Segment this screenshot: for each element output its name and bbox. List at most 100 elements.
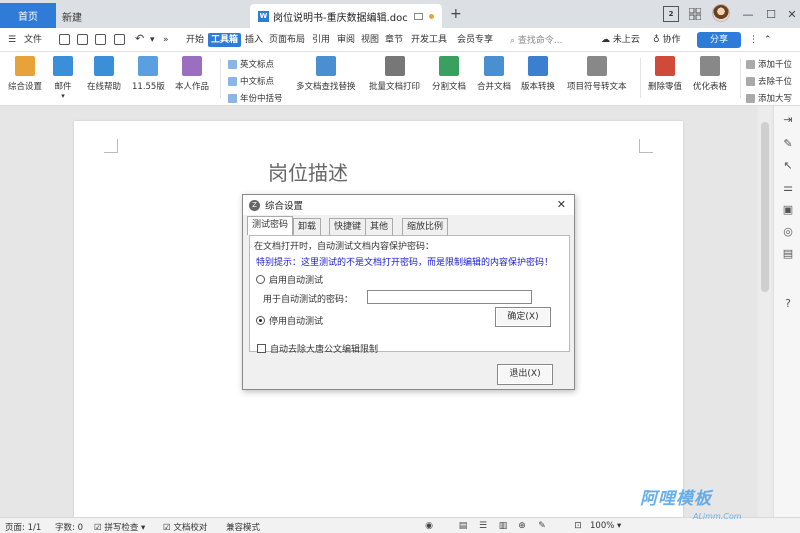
more-icon[interactable]: » — [163, 33, 169, 47]
menu-reference[interactable]: 引用 — [312, 33, 330, 47]
ribbon-version[interactable]: 11.55版 — [132, 56, 165, 92]
menu-chapter[interactable]: 章节 — [385, 33, 403, 47]
dialog-tab-test-password[interactable]: 测试密码 — [247, 216, 294, 235]
table-icon — [700, 56, 720, 76]
unsaved-dot-icon — [429, 13, 434, 19]
share-label: 分享 — [709, 35, 728, 45]
read-view-icon[interactable]: ▥ — [498, 521, 508, 531]
mail-dropdown-icon[interactable]: ▾ — [61, 92, 65, 100]
auto-test-password-field[interactable] — [367, 290, 532, 304]
export-pdf-icon[interactable] — [77, 34, 88, 45]
ribbon-add-uppercase[interactable]: 添加大写 — [746, 92, 792, 104]
dialog-tab-zoom[interactable]: 缩放比例 — [402, 218, 449, 235]
cloud-status[interactable]: ☁ 未上云 — [601, 33, 640, 47]
edit-pen-icon[interactable]: ✎ — [782, 138, 794, 150]
menu-insert[interactable]: 插入 — [245, 33, 263, 47]
close-window-icon[interactable]: ✕ — [785, 6, 799, 22]
ribbon-merge-doc[interactable]: 合并文档 — [477, 56, 511, 92]
radio-disable-label: 停用自动测试 — [269, 317, 324, 327]
vertical-scrollbar[interactable] — [759, 106, 771, 517]
sidebar-collapse-icon[interactable]: ⇥ — [782, 114, 794, 126]
menu-review[interactable]: 审阅 — [337, 33, 355, 47]
apps-grid-icon[interactable] — [688, 6, 702, 22]
dialog-close-icon[interactable]: ✕ — [557, 198, 566, 211]
save-icon[interactable] — [59, 34, 70, 45]
scrollbar-thumb[interactable] — [761, 122, 769, 292]
ribbon-batch-print[interactable]: 批量文档打印 — [369, 56, 420, 92]
menu-dev-tools[interactable]: 开发工具 — [411, 33, 447, 47]
exit-button[interactable]: 退出(X) — [497, 364, 553, 385]
radio-disable-auto-test[interactable]: 停用自动测试 — [256, 314, 323, 327]
menu-file[interactable]: 文件 — [24, 33, 42, 47]
spell-check[interactable]: ☑ 拼写检查 ▾ — [94, 521, 145, 533]
undo-dropdown-icon[interactable]: ▾ — [150, 33, 155, 47]
menu-member[interactable]: 会员专享 — [457, 33, 493, 47]
menu-start[interactable]: 开始 — [186, 33, 204, 47]
menu-page-layout[interactable]: 页面布局 — [269, 33, 305, 47]
print-preview-icon[interactable] — [114, 34, 125, 45]
fit-page-icon[interactable]: ⊡ — [573, 521, 583, 531]
print-icon[interactable] — [95, 34, 106, 45]
image-icon[interactable]: ▣ — [782, 204, 794, 216]
monitor-icon[interactable] — [414, 12, 423, 20]
checkbox-remove-restriction[interactable]: 自动去除大唐公文编辑限制 — [257, 342, 378, 355]
ribbon-english-punct[interactable]: 英文标点 — [228, 58, 274, 70]
dialog-tab-uninstall[interactable]: 卸载 — [293, 218, 322, 235]
minimize-icon[interactable]: — — [741, 6, 755, 22]
thousands-icon — [746, 76, 755, 86]
ribbon-year-brackets[interactable]: 年份中括号 — [228, 92, 283, 104]
ribbon-delete-zeros[interactable]: 删除零值 — [648, 56, 682, 92]
tab-home[interactable]: 首页 — [0, 3, 56, 28]
outline-view-icon[interactable]: ☰ — [478, 521, 488, 531]
web-view-icon[interactable]: ⊕ — [517, 521, 527, 531]
ribbon-chinese-punct[interactable]: 中文标点 — [228, 75, 274, 87]
hamburger-icon[interactable]: ☰ — [8, 33, 16, 47]
user-avatar[interactable] — [712, 4, 730, 22]
ribbon-online-help[interactable]: 在线帮助 — [87, 56, 121, 92]
book-icon[interactable]: ▤ — [782, 248, 794, 260]
page-indicator[interactable]: 页面: 1/1 — [5, 521, 41, 533]
ribbon-version-convert[interactable]: 版本转换 — [521, 56, 555, 92]
help-circle-icon[interactable]: ? — [782, 298, 794, 310]
command-search[interactable]: ⌕ 查找命令... — [510, 33, 563, 46]
compass-icon[interactable]: ◎ — [782, 226, 794, 238]
zoom-dropdown-icon[interactable]: ▾ — [617, 521, 621, 531]
undo-icon[interactable]: ↶ — [135, 32, 144, 46]
sliders-icon[interactable]: ⚌ — [782, 182, 794, 194]
tab-document[interactable]: W 岗位说明书-重庆数据编辑.doc — [250, 4, 442, 28]
more-options-icon[interactable]: ⋮ — [749, 33, 758, 47]
ribbon-optimize-table[interactable]: 优化表格 — [693, 56, 727, 92]
menu-toolbox[interactable]: 工具箱 — [208, 33, 242, 47]
ribbon-general-settings[interactable]: 综合设置 — [8, 56, 42, 92]
ribbon-my-works[interactable]: 本人作品 — [175, 56, 209, 92]
ribbon-multi-find-replace[interactable]: 多文档查找替换 — [296, 56, 356, 92]
maximize-icon[interactable]: ☐ — [764, 6, 778, 22]
dialog-tab-shortcuts[interactable]: 快捷键 — [329, 218, 367, 235]
tab-new[interactable]: 新建 — [56, 4, 116, 28]
radio-enable-auto-test[interactable]: 启用自动测试 — [256, 273, 323, 286]
doc-proofread[interactable]: ☑ 文档校对 — [163, 521, 207, 533]
confirm-button[interactable]: 确定(X) — [495, 307, 551, 327]
share-button[interactable]: 分享 — [697, 32, 741, 48]
punct-icon — [228, 59, 237, 69]
new-tab-plus-icon[interactable]: + — [450, 6, 462, 22]
collapse-ribbon-icon[interactable]: ⌃ — [764, 33, 772, 47]
split-icon — [439, 56, 459, 76]
cursor-icon[interactable]: ↖ — [782, 160, 794, 172]
eye-protection-icon[interactable]: ◉ — [424, 521, 434, 531]
ribbon-mail[interactable]: 邮件 ▾ — [53, 56, 73, 100]
word-count[interactable]: 字数: 0 — [55, 521, 83, 533]
ribbon-split-doc[interactable]: 分割文档 — [432, 56, 466, 92]
ribbon-bullets-to-text[interactable]: 项目符号转文本 — [567, 56, 627, 92]
convert-icon — [528, 56, 548, 76]
ribbon-add-thousands[interactable]: 添加千位 — [746, 58, 792, 70]
menu-view[interactable]: 视图 — [361, 33, 379, 47]
checkbox-icon — [257, 344, 266, 353]
zoom-level[interactable]: 100% — [590, 521, 614, 531]
dialog-tab-other[interactable]: 其他 — [365, 218, 394, 235]
pen-mode-icon[interactable]: ✎ — [537, 521, 547, 531]
page-view-icon[interactable]: ▤ — [458, 521, 468, 531]
collab-button[interactable]: ♁ 协作 — [653, 33, 680, 47]
ribbon-remove-thousands[interactable]: 去除千位 — [746, 75, 792, 87]
layout-box-icon[interactable]: 2 — [663, 6, 679, 22]
